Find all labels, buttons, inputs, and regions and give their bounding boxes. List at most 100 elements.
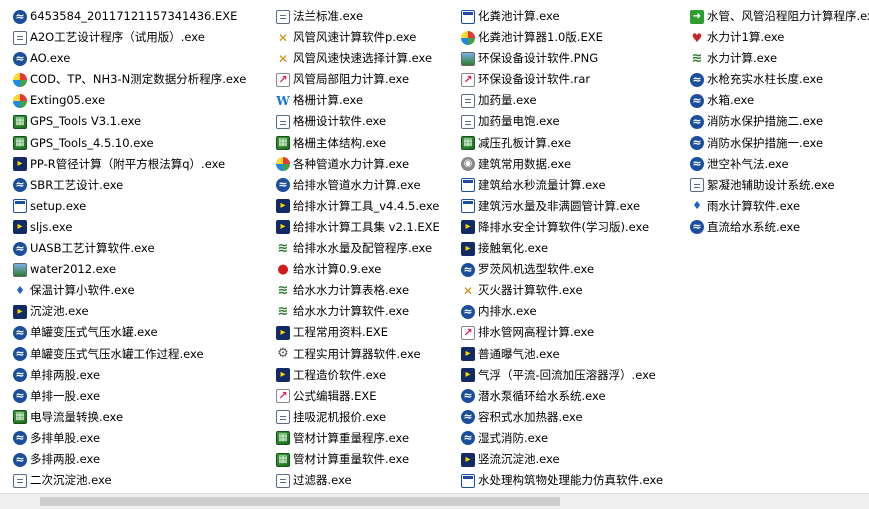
- file-item[interactable]: 二次沉淀池.exe: [13, 470, 275, 491]
- file-name: A2O工艺设计程序（试用版）.exe: [30, 30, 205, 45]
- file-item[interactable]: 直流给水系统.exe: [690, 217, 869, 238]
- file-item[interactable]: 容积式水加热器.exe: [461, 407, 689, 428]
- file-item[interactable]: GPS_Tools V3.1.exe: [13, 111, 275, 132]
- file-item[interactable]: 水处理构筑物处理能力仿真软件.exe: [461, 470, 689, 491]
- file-item[interactable]: 管材计算重量程序.exe: [276, 428, 460, 449]
- file-item[interactable]: 加药量.exe: [461, 90, 689, 111]
- file-item[interactable]: 消防水保护措施一.exe: [690, 133, 869, 154]
- file-item[interactable]: 接触氧化.exe: [461, 238, 689, 259]
- doc-icon: [276, 473, 290, 488]
- file-item[interactable]: 沉淀池.exe: [13, 301, 275, 322]
- file-item[interactable]: 给排水管道水力计算.exe: [276, 175, 460, 196]
- file-item[interactable]: 气浮（平流-回流加压溶器浮）.exe: [461, 365, 689, 386]
- file-item[interactable]: 单罐变压式气压水罐工作过程.exe: [13, 344, 275, 365]
- file-item[interactable]: setup.exe: [13, 196, 275, 217]
- app-icon: [461, 262, 475, 277]
- file-item[interactable]: 单罐变压式气压水罐.exe: [13, 322, 275, 343]
- file-item[interactable]: sljs.exe: [13, 217, 275, 238]
- file-name: 格栅设计软件.exe: [293, 114, 387, 129]
- file-name: 接触氧化.exe: [478, 241, 549, 256]
- file-item[interactable]: 水箱.exe: [690, 90, 869, 111]
- file-item[interactable]: 建筑污水量及非满圆管计算.exe: [461, 196, 689, 217]
- file-item[interactable]: 泄空补气法.exe: [690, 154, 869, 175]
- file-item[interactable]: 挂吸泥机报价.exe: [276, 407, 460, 428]
- file-item[interactable]: 给排水水量及配管程序.exe: [276, 238, 460, 259]
- horizontal-scrollbar[interactable]: [0, 493, 869, 509]
- app-icon: [461, 389, 475, 404]
- multi-icon: [276, 157, 290, 172]
- file-item[interactable]: 建筑给水秒流量计算.exe: [461, 175, 689, 196]
- app-icon: [13, 51, 27, 66]
- file-item[interactable]: 各种管道水力计算.exe: [276, 154, 460, 175]
- file-item[interactable]: 给水计算0.9.exe: [276, 259, 460, 280]
- file-item[interactable]: 6453584_20117121157341436.EXE: [13, 6, 275, 27]
- file-item[interactable]: 保温计算小软件.exe: [13, 280, 275, 301]
- file-item[interactable]: 降排水安全计算软件(学习版).exe: [461, 217, 689, 238]
- file-item[interactable]: 工程实用计算器软件.exe: [276, 344, 460, 365]
- file-item[interactable]: SBR工艺设计.exe: [13, 175, 275, 196]
- file-item[interactable]: 单排两股.exe: [13, 365, 275, 386]
- file-item[interactable]: 絮凝池辅助设计系统.exe: [690, 175, 869, 196]
- file-name: 法兰标准.exe: [293, 9, 364, 23]
- file-item[interactable]: 给水水力计算软件.exe: [276, 301, 460, 322]
- doc-icon: [690, 178, 704, 193]
- file-item[interactable]: 雨水计算软件.exe: [690, 196, 869, 217]
- file-item[interactable]: 水力计1算.exe: [690, 27, 869, 48]
- file-item[interactable]: 环保设备设计软件.rar: [461, 69, 689, 90]
- file-item[interactable]: UASB工艺计算软件.exe: [13, 238, 275, 259]
- file-item[interactable]: 环保设备设计软件.PNG: [461, 48, 689, 69]
- file-item[interactable]: 水力计算.exe: [690, 48, 869, 69]
- file-item[interactable]: 法兰标准.exe: [276, 6, 460, 27]
- file-item[interactable]: 化粪池计算器1.0版.EXE: [461, 27, 689, 48]
- file-column-4: 水管、风管沿程阻力计算程序.exe 水力计1算.exe 水力计算.exe 水枪充实水柱…: [690, 6, 869, 238]
- file-item[interactable]: 工程常用资料.EXE: [276, 322, 460, 343]
- file-item[interactable]: 格栅计算.exe: [276, 90, 460, 111]
- file-item[interactable]: 消防水保护措施二.exe: [690, 111, 869, 132]
- file-item[interactable]: A2O工艺设计程序（试用版）.exe: [13, 27, 275, 48]
- file-item[interactable]: 减压孔板计算.exe: [461, 133, 689, 154]
- file-item[interactable]: 水管、风管沿程阻力计算程序.exe: [690, 6, 869, 27]
- file-name: 内排水.exe: [478, 304, 537, 319]
- file-item[interactable]: 建筑常用数据.exe: [461, 154, 689, 175]
- file-item[interactable]: 单排一股.exe: [13, 386, 275, 407]
- file-item[interactable]: 管材计算重量软件.exe: [276, 449, 460, 470]
- file-item[interactable]: 化粪池计算.exe: [461, 6, 689, 27]
- file-item[interactable]: 电导流量转换.exe: [13, 407, 275, 428]
- file-item[interactable]: 灭火器计算软件.exe: [461, 280, 689, 301]
- file-item[interactable]: 风管风速计算软件p.exe: [276, 27, 460, 48]
- file-item[interactable]: COD、TP、NH3-N测定数据分析程序.exe: [13, 69, 275, 90]
- file-item[interactable]: PP-R管径计算（附平方根法算q）.exe: [13, 154, 275, 175]
- file-item[interactable]: 公式编辑器.EXE: [276, 386, 460, 407]
- file-item[interactable]: 潜水泵循环给水系统.exe: [461, 386, 689, 407]
- file-item[interactable]: GPS_Tools_4.5.10.exe: [13, 133, 275, 154]
- file-item[interactable]: AO.exe: [13, 48, 275, 69]
- file-item[interactable]: 排水管网高程计算.exe: [461, 322, 689, 343]
- dark-icon: [461, 220, 475, 235]
- file-item[interactable]: water2012.exe: [13, 259, 275, 280]
- dark-icon: [461, 452, 475, 467]
- file-item[interactable]: 格栅设计软件.exe: [276, 111, 460, 132]
- file-item[interactable]: 风管局部阻力计算.exe: [276, 69, 460, 90]
- file-item[interactable]: Exting05.exe: [13, 90, 275, 111]
- file-name: UASB工艺计算软件.exe: [30, 241, 155, 256]
- file-item[interactable]: 多排单股.exe: [13, 428, 275, 449]
- file-item[interactable]: 罗茨风机选型软件.exe: [461, 259, 689, 280]
- file-item[interactable]: 普通曝气池.exe: [461, 344, 689, 365]
- win-icon: [461, 473, 475, 488]
- file-name: Exting05.exe: [30, 93, 106, 108]
- file-item[interactable]: 过滤器.exe: [276, 470, 460, 491]
- file-item[interactable]: 格栅主体结构.exe: [276, 133, 460, 154]
- file-item[interactable]: 内排水.exe: [461, 301, 689, 322]
- scrollbar-thumb[interactable]: [40, 497, 560, 506]
- file-item[interactable]: 水枪充实水柱长度.exe: [690, 69, 869, 90]
- file-item[interactable]: 给水水力计算表格.exe: [276, 280, 460, 301]
- file-item[interactable]: 加药量电饱.exe: [461, 111, 689, 132]
- app-icon: [461, 410, 475, 425]
- file-item[interactable]: 给排水计算工具集 v2.1.EXE: [276, 217, 460, 238]
- file-item[interactable]: 工程造价软件.exe: [276, 365, 460, 386]
- file-item[interactable]: 给排水计算工具_v4.4.5.exe: [276, 196, 460, 217]
- file-item[interactable]: 多排两股.exe: [13, 449, 275, 470]
- file-item[interactable]: 风管风速快速选择计算.exe: [276, 48, 460, 69]
- file-item[interactable]: 竖流沉淀池.exe: [461, 449, 689, 470]
- file-item[interactable]: 湿式消防.exe: [461, 428, 689, 449]
